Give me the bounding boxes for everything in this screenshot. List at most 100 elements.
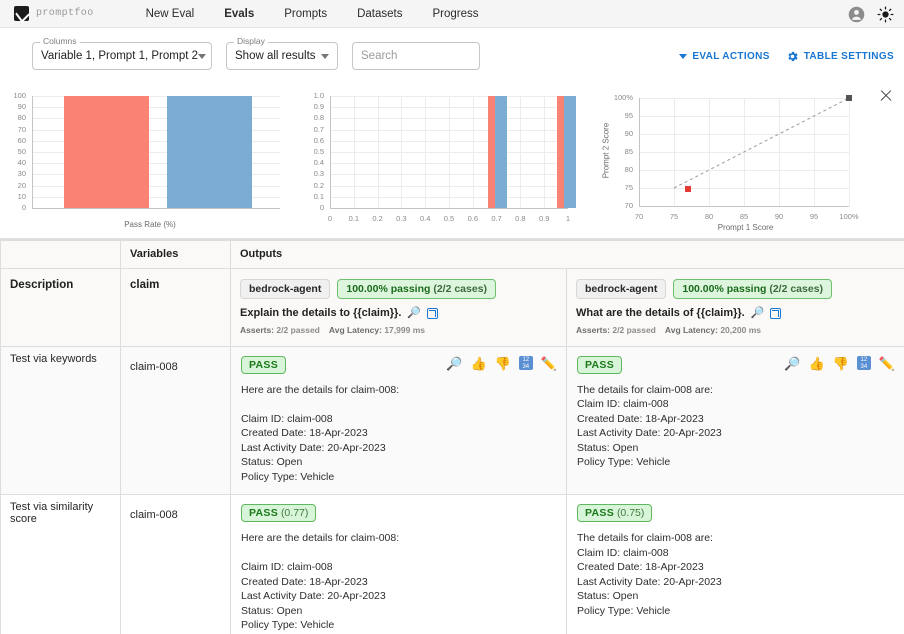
hist-ytick: 1.0 — [300, 91, 324, 100]
nav-item-new-eval[interactable]: New Eval — [146, 8, 195, 20]
bar-ytick: 40 — [0, 158, 26, 167]
prompt-1-text-row: Explain the details to {{claim}}. 🔎 — [240, 307, 557, 319]
hist-vgrid — [378, 96, 379, 208]
brightness-sun-icon[interactable] — [877, 6, 894, 23]
hist-bar — [564, 96, 576, 208]
thumbs-down-icon[interactable]: 👎 — [833, 357, 849, 370]
hist-ytick: 0.8 — [300, 113, 324, 122]
nav-item-datasets[interactable]: Datasets — [357, 8, 402, 20]
hist-ytick: 0.7 — [300, 125, 324, 134]
prompt-2-latency-value: 20,200 ms — [720, 325, 761, 335]
pass-rate-bar-chart: 0102030405060708090100 Pass Rate (%) — [0, 84, 300, 238]
row-2-output-2-body: The details for claim-008 are: Claim ID:… — [577, 531, 894, 618]
edit-pencil-icon[interactable]: ✏️ — [879, 357, 895, 370]
hist-xtick: 0.4 — [413, 214, 437, 223]
eval-actions-label: EVAL ACTIONS — [692, 51, 769, 62]
hist-xtick: 0.1 — [342, 214, 366, 223]
brand-name: promptfoo — [36, 8, 94, 19]
prompt-2-text: What are the details of {{claim}}. — [576, 307, 745, 319]
prompt-1-cases: (2/2 cases) — [433, 283, 487, 295]
row-1-output-1[interactable]: 🔎 👍 👎 1234 ✏️ PASS Here are the details … — [231, 347, 567, 495]
header-outputs: Outputs — [231, 241, 904, 269]
prompt-2-latency-label: Avg Latency: — [665, 325, 718, 335]
hist-ytick: 0 — [300, 203, 324, 212]
eval-actions-button[interactable]: EVAL ACTIONS — [679, 51, 769, 62]
table-row: Test via keywords claim-008 🔎 👍 👎 1234 ✏… — [1, 347, 904, 495]
status-score: (0.75) — [617, 507, 644, 519]
hist-xtick: 0.2 — [366, 214, 390, 223]
row-1-output-2-actions: 🔎 👍 👎 1234 ✏️ — [784, 356, 895, 370]
columns-select-value: Variable 1, Prompt 1, Prompt 2 — [41, 50, 198, 62]
magnifier-icon[interactable]: 🔎 — [446, 357, 462, 370]
row-1-output-1-status: PASS — [241, 356, 286, 374]
chevron-down-icon — [198, 54, 206, 59]
rating-number-icon[interactable]: 1234 — [857, 356, 871, 370]
magnifier-icon[interactable]: 🔎 — [751, 308, 765, 319]
bar-1 — [64, 96, 149, 208]
bar-2 — [167, 96, 252, 208]
hist-ytick: 0.9 — [300, 102, 324, 111]
hist-vgrid — [401, 96, 402, 208]
hist-xtick: 1 — [556, 214, 580, 223]
scatter-reference-line — [593, 84, 893, 239]
open-in-new-icon[interactable] — [770, 308, 781, 319]
header-variables: Variables — [121, 241, 231, 269]
prompt-2-pass-rate-value: 100.00% passing — [682, 283, 766, 295]
header-variable-claim: claim — [121, 269, 231, 347]
scatter-point — [685, 186, 691, 192]
search-input[interactable] — [352, 42, 480, 70]
bar-ytick: 10 — [0, 192, 26, 201]
prompt-1-latency-label: Avg Latency: — [329, 325, 382, 335]
status-badge: PASS — [249, 359, 278, 371]
prompt-column-1: bedrock-agent 100.00% passing (2/2 cases… — [231, 269, 567, 347]
table-header-row: Variables Outputs — [1, 241, 904, 269]
edit-pencil-icon[interactable]: ✏️ — [541, 357, 557, 370]
magnifier-icon[interactable]: 🔎 — [407, 308, 421, 319]
columns-select[interactable]: Columns Variable 1, Prompt 1, Prompt 2 — [32, 42, 212, 70]
prompt-1-pass-rate: 100.00% passing (2/2 cases) — [337, 279, 496, 299]
row-1-output-2-body: The details for claim-008 are: Claim ID:… — [577, 383, 894, 470]
table-row: Test via similarity score claim-008 PASS… — [1, 495, 904, 634]
prompt-1-chips: bedrock-agent 100.00% passing (2/2 cases… — [240, 279, 557, 299]
row-2-output-1[interactable]: PASS (0.77) Here are the details for cla… — [231, 495, 567, 634]
magnifier-icon[interactable]: 🔎 — [784, 357, 800, 370]
toolbar-actions: EVAL ACTIONS TABLE SETTINGS — [679, 28, 894, 84]
bar-ytick: 100 — [0, 91, 26, 100]
row-2-output-2[interactable]: PASS (0.75) The details for claim-008 ar… — [567, 495, 904, 634]
chevron-down-icon — [679, 54, 687, 59]
hist-xtick: 0.8 — [508, 214, 532, 223]
hist-ytick: 0.1 — [300, 192, 324, 201]
row-1-output-1-actions: 🔎 👍 👎 1234 ✏️ — [446, 356, 557, 370]
bar-ytick: 30 — [0, 169, 26, 178]
thumbs-down-icon[interactable]: 👎 — [495, 357, 511, 370]
hist-vgrid — [425, 96, 426, 208]
thumbs-up-icon[interactable]: 👍 — [470, 357, 486, 370]
account-circle-icon[interactable] — [848, 6, 865, 23]
hist-ytick: 0.3 — [300, 169, 324, 178]
prompt-2-text-row: What are the details of {{claim}}. 🔎 — [576, 307, 895, 319]
hist-vgrid — [473, 96, 474, 208]
thumbs-up-icon[interactable]: 👍 — [808, 357, 824, 370]
hist-vgrid — [449, 96, 450, 208]
nav-item-prompts[interactable]: Prompts — [284, 8, 327, 20]
hist-ytick: 0.2 — [300, 181, 324, 190]
table-settings-button[interactable]: TABLE SETTINGS — [786, 50, 894, 63]
row-1-description: Test via keywords — [1, 347, 121, 495]
charts-panel: 0102030405060708090100 Pass Rate (%) 00.… — [0, 84, 904, 239]
open-in-new-icon[interactable] — [427, 308, 438, 319]
row-1-output-2-status: PASS — [577, 356, 622, 374]
display-select[interactable]: Display Show all results — [226, 42, 338, 70]
nav-item-evals[interactable]: Evals — [224, 8, 254, 20]
scatter-point — [846, 95, 852, 101]
bar-ytick: 80 — [0, 113, 26, 122]
score-histogram-chart: 00.10.20.30.40.50.60.70.80.91.000.10.20.… — [300, 84, 593, 238]
row-1-output-2[interactable]: 🔎 👍 👎 1234 ✏️ PASS The details for claim… — [567, 347, 904, 495]
prompt-2-chips: bedrock-agent 100.00% passing (2/2 cases… — [576, 279, 895, 299]
row-1-variable: claim-008 — [121, 347, 231, 495]
row-1-output-1-body: Here are the details for claim-008: Clai… — [241, 383, 556, 484]
prompt-1-text: Explain the details to {{claim}}. — [240, 307, 401, 319]
rating-number-icon[interactable]: 1234 — [519, 356, 533, 370]
nav-item-progress[interactable]: Progress — [432, 8, 478, 20]
hist-yaxis — [330, 96, 331, 209]
results-table-container: Variables Outputs Description claim bedr… — [0, 239, 904, 634]
